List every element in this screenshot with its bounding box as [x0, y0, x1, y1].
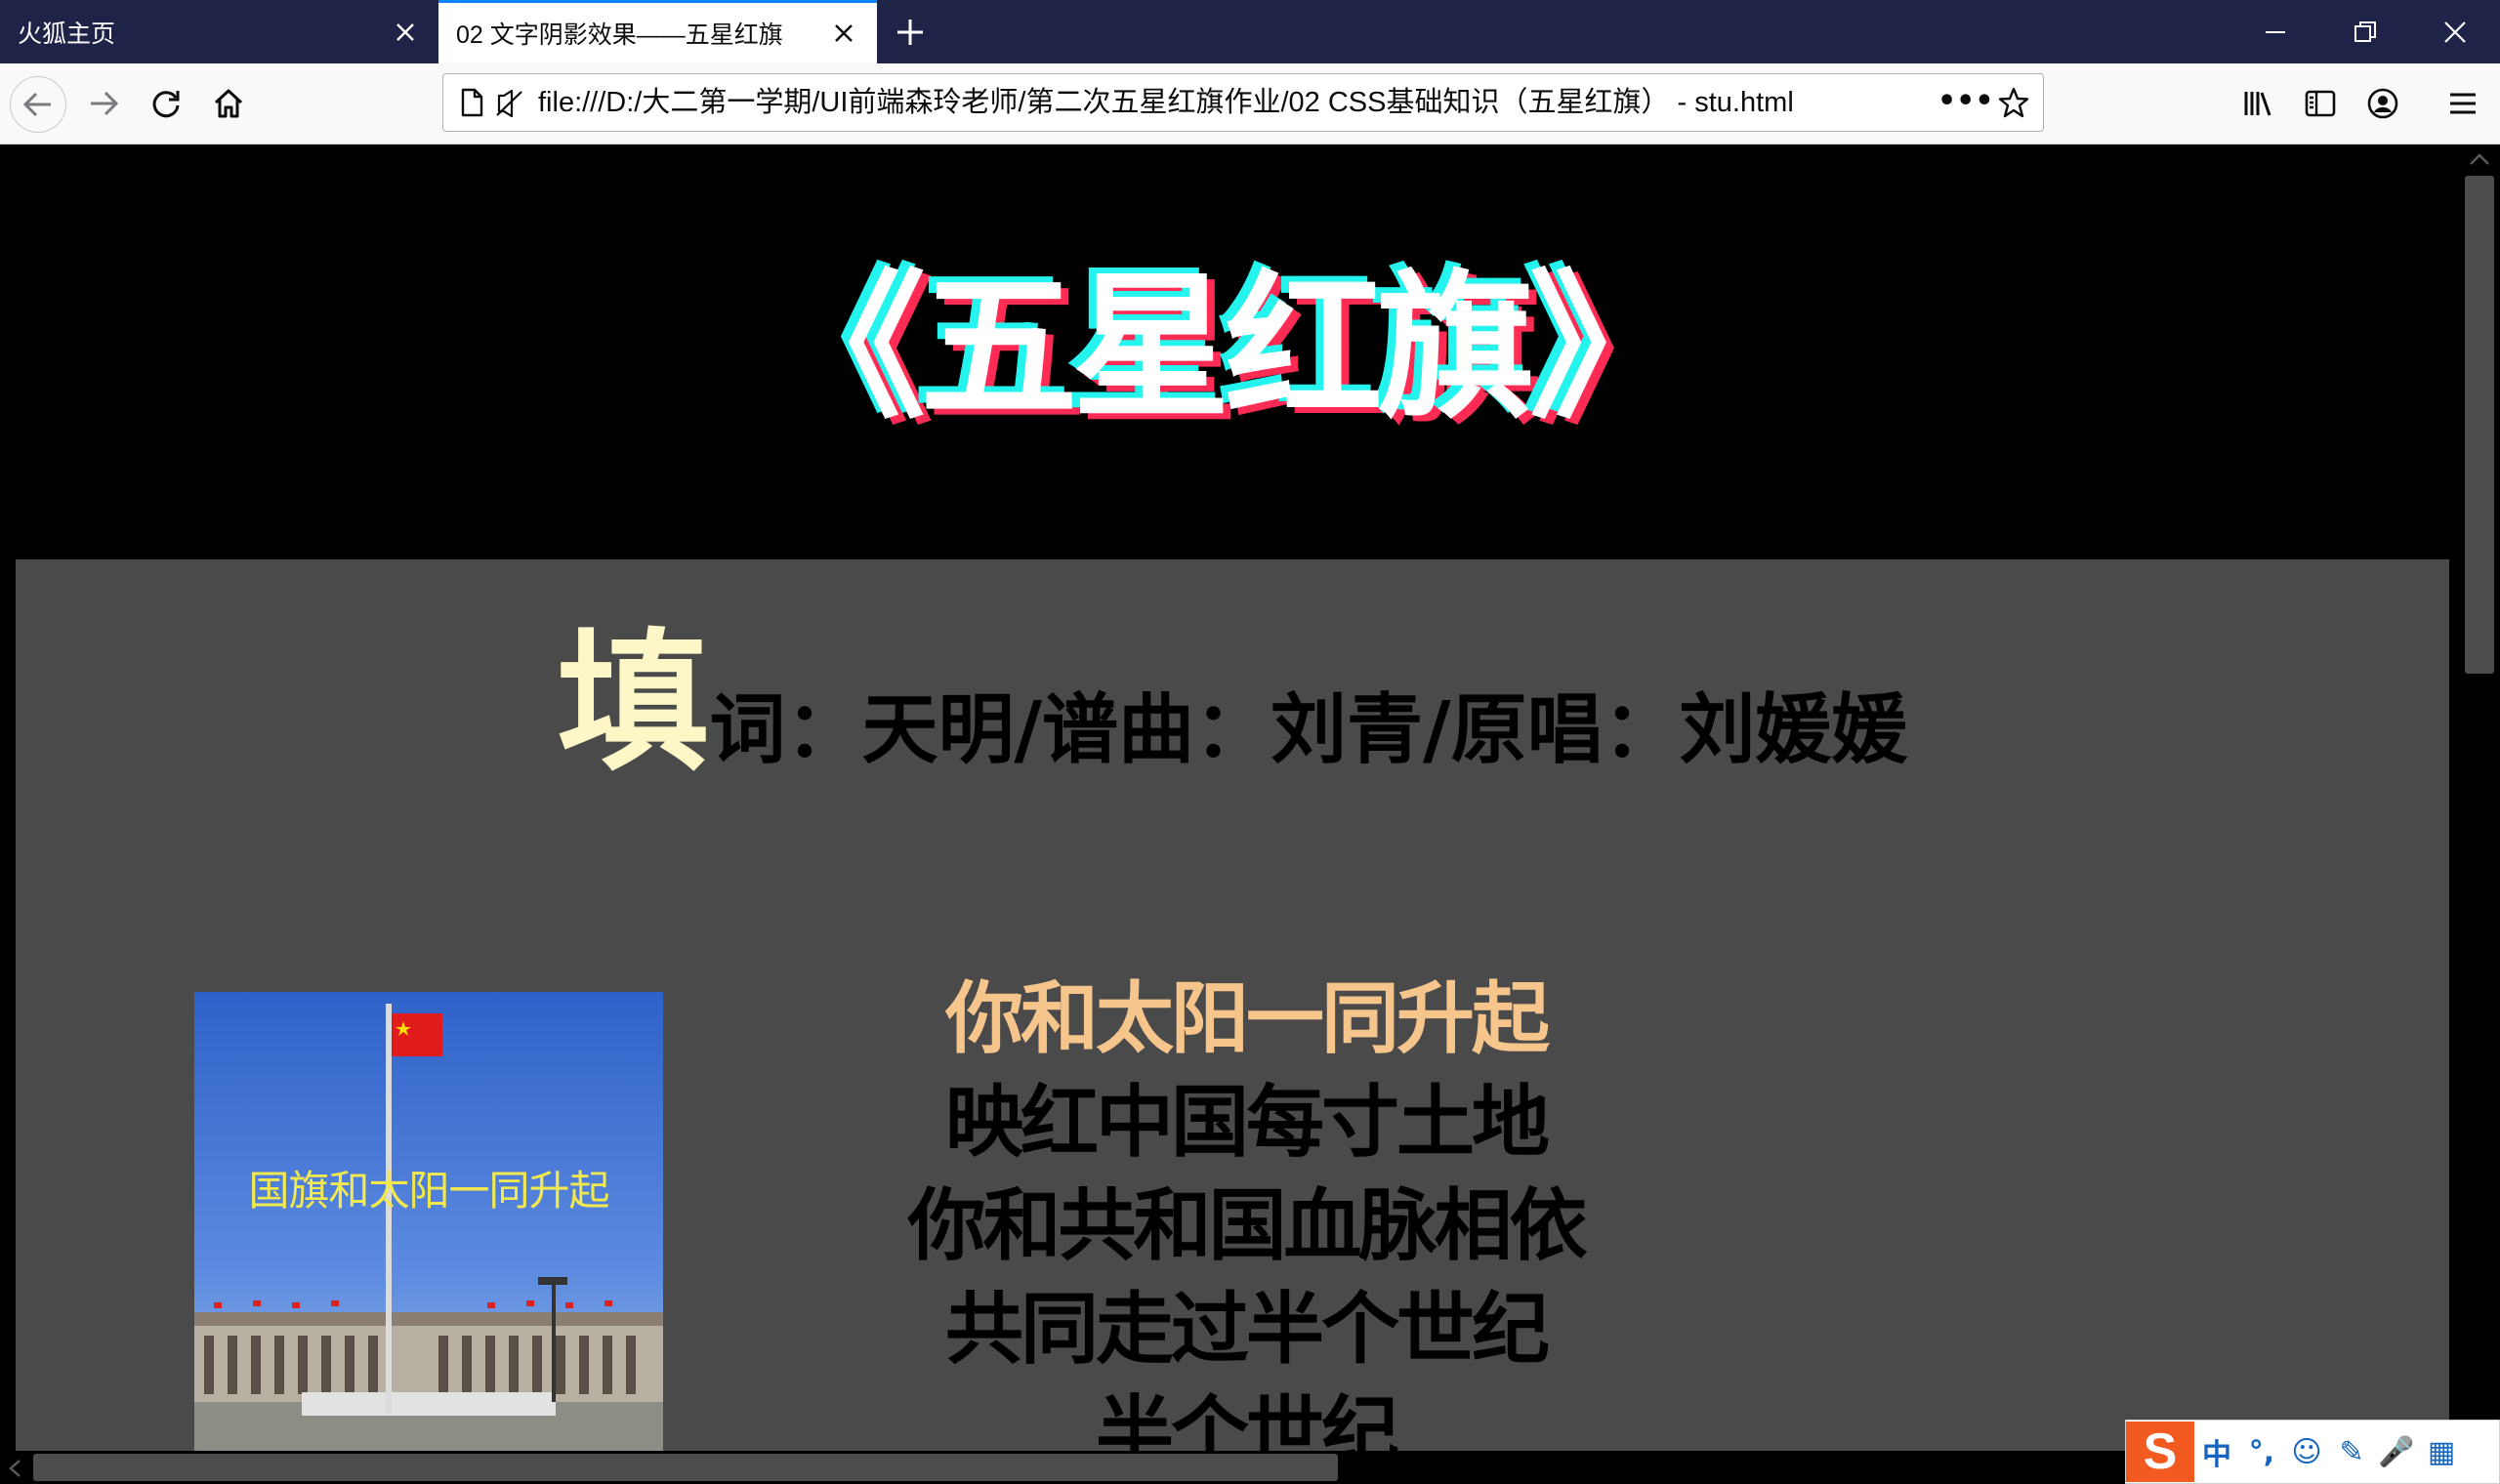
new-tab-plus-icon[interactable] [884, 0, 937, 63]
credit-text: 词：天明/谱曲：刘青/原唱：刘媛媛 [709, 686, 1908, 774]
tab-current[interactable]: 02 文字阴影效果——五星红旗 [438, 0, 877, 63]
page-info-icon[interactable] [457, 88, 486, 117]
reload-icon[interactable] [139, 76, 193, 131]
sidebar-icon[interactable] [2293, 76, 2348, 131]
tab-firefox-home[interactable]: 火狐主页 [0, 0, 438, 63]
lyric-line: 共同走过半个世纪 [945, 1284, 1550, 1375]
tab-title: 火狐主页 [18, 20, 116, 48]
scroll-left-arrow-icon[interactable] [8, 1459, 21, 1478]
ime-toolbox-icon[interactable]: ▦ [2419, 1422, 2464, 1482]
close-window-icon[interactable] [2410, 0, 2500, 63]
flag-photo: 国旗和太阳一同升起 [194, 992, 663, 1451]
close-tab-icon[interactable] [828, 18, 859, 49]
ime-punctuation-icon[interactable]: °, [2239, 1422, 2284, 1482]
horizontal-scroll-thumb[interactable] [33, 1454, 1338, 1481]
ime-emoji-icon[interactable]: ☺ [2284, 1422, 2329, 1482]
account-icon[interactable] [2355, 76, 2410, 131]
minimize-icon[interactable] [2230, 0, 2320, 63]
tab-strip: 火狐主页 02 文字阴影效果——五星红旗 [0, 0, 2500, 63]
page-viewport: 《五星红旗》 填词：天明/谱曲：刘青/原唱：刘媛媛 国旗和太阳一同升起 你和太阳… [0, 144, 2449, 1451]
credit-first-character: 填 [557, 614, 710, 792]
home-icon[interactable] [201, 76, 256, 131]
library-icon[interactable] [2230, 76, 2285, 131]
restore-icon[interactable] [2320, 0, 2410, 63]
tiananmen-flag-image [194, 992, 663, 1451]
lyric-line: 你和共和国血脉相依 [907, 1180, 1588, 1271]
page-title: 《五星红旗》 [768, 257, 1688, 440]
vertical-scroll-thumb[interactable] [2465, 176, 2494, 674]
content-panel: 填词：天明/谱曲：刘青/原唱：刘媛媛 国旗和太阳一同升起 你和太阳一同升起 映红… [16, 559, 2449, 1451]
forward-arrow-icon[interactable] [76, 76, 131, 131]
vertical-scrollbar[interactable] [2449, 144, 2500, 1451]
lyrics: 你和太阳一同升起 映红中国每寸土地 你和共和国血脉相依 共同走过半个世纪 半个世… [719, 968, 1773, 1451]
url-bar[interactable]: file:///D:/大二第一学期/UI前端森玲老师/第二次五星红旗作业/02 … [442, 73, 2044, 132]
navigation-toolbar: file:///D:/大二第一学期/UI前端森玲老师/第二次五星红旗作业/02 … [0, 63, 2500, 144]
url-text[interactable]: file:///D:/大二第一学期/UI前端森玲老师/第二次五星红旗作业/02 … [538, 74, 1794, 131]
lyric-line: 映红中国每寸土地 [945, 1077, 1550, 1168]
scroll-up-arrow-icon[interactable] [2469, 152, 2490, 166]
menu-hamburger-icon[interactable] [2436, 76, 2490, 131]
lyric-line-highlighted: 你和太阳一同升起 [945, 973, 1550, 1064]
bookmark-star-icon[interactable] [1998, 87, 2029, 118]
close-tab-icon[interactable] [390, 17, 421, 48]
ime-microphone-icon[interactable]: 🎤 [2374, 1422, 2419, 1482]
autoplay-blocked-icon[interactable] [494, 88, 523, 118]
page-actions-menu-icon[interactable]: ••• [1938, 74, 1994, 129]
photo-caption: 国旗和太阳一同升起 [248, 1167, 609, 1215]
back-arrow-icon[interactable] [10, 76, 66, 133]
ime-toolbar: S 中 °, ☺ ✎ 🎤 ▦ [2125, 1420, 2500, 1484]
sogou-logo-icon[interactable]: S [2126, 1422, 2194, 1482]
ime-chinese-mode[interactable]: 中 [2194, 1422, 2239, 1482]
ime-handwriting-icon[interactable]: ✎ [2329, 1422, 2374, 1482]
tab-title: 02 文字阴影效果——五星红旗 [456, 21, 783, 49]
song-credits: 填词：天明/谱曲：刘青/原唱：刘媛媛 [16, 579, 2449, 800]
lyric-line: 半个世纪 [1096, 1387, 1399, 1451]
